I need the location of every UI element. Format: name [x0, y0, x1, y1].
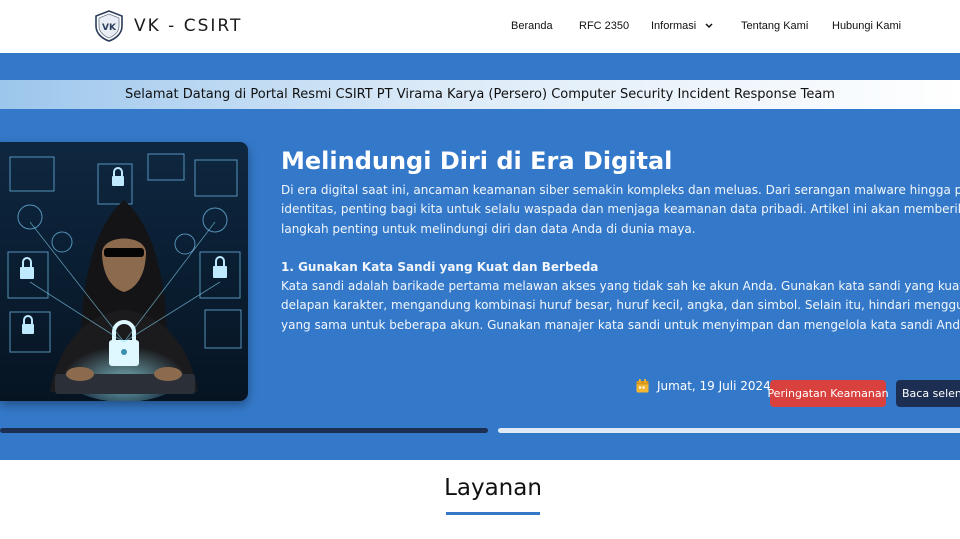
article-title[interactable]: Melindungi Diri di Era Digital: [281, 147, 672, 175]
calendar-icon: [636, 379, 649, 393]
nav-hubungi-kami[interactable]: Hubungi Kami: [832, 20, 901, 32]
carousel-indicator[interactable]: [498, 428, 960, 433]
logo-text: VK: [102, 23, 117, 33]
article-excerpt: Di era digital saat ini, ancaman keamana…: [281, 181, 960, 335]
article-line: Kata sandi adalah barikade pertama melaw…: [281, 279, 960, 294]
article-line: langkah penting untuk melindungi diri da…: [281, 221, 696, 236]
article-meta: Jumat, 19 Juli 2024: [636, 379, 771, 393]
brand-logo[interactable]: VK VK - CSIRT: [94, 10, 242, 42]
article-line: yang sama untuk beberapa akun. Gunakan m…: [281, 317, 960, 332]
section-title-layanan: Layanan: [444, 475, 542, 501]
welcome-ticker-text: Selamat Datang di Portal Resmi CSIRT PT …: [125, 87, 835, 102]
nav-informasi[interactable]: Informasi: [651, 20, 713, 32]
article-line: Di era digital saat ini, ancaman keamana…: [281, 183, 960, 197]
nav-rfc-2350[interactable]: RFC 2350: [579, 20, 629, 32]
article-line: delapan karakter, mengandung kombinasi h…: [281, 298, 960, 313]
article-date: Jumat, 19 Juli 2024: [657, 379, 771, 393]
shield-logo-icon: VK: [95, 10, 123, 42]
hero-carousel: Selamat Datang di Portal Resmi CSIRT PT …: [0, 53, 960, 460]
section-underline: [446, 512, 540, 515]
article-line: identitas, penting bagi kita untuk selal…: [281, 202, 960, 217]
welcome-ticker: Selamat Datang di Portal Resmi CSIRT PT …: [0, 80, 960, 109]
category-badge[interactable]: Peringatan Keamanan: [767, 380, 889, 407]
read-more-button[interactable]: Baca selengk: [896, 380, 960, 407]
nav-beranda[interactable]: Beranda: [511, 20, 553, 32]
article-subheading: 1. Gunakan Kata Sandi yang Kuat dan Berb…: [281, 259, 599, 274]
article-image[interactable]: [0, 142, 248, 401]
hacker-illustration: [0, 142, 248, 401]
chevron-down-icon: [705, 23, 713, 29]
navbar: VK VK - CSIRT Beranda RFC 2350 Informasi…: [0, 0, 960, 53]
nav-tentang-kami[interactable]: Tentang Kami: [741, 20, 808, 32]
nav-informasi-label: Informasi: [651, 20, 697, 32]
carousel-indicator-active[interactable]: [0, 428, 488, 433]
brand-name: VK - CSIRT: [134, 16, 243, 36]
